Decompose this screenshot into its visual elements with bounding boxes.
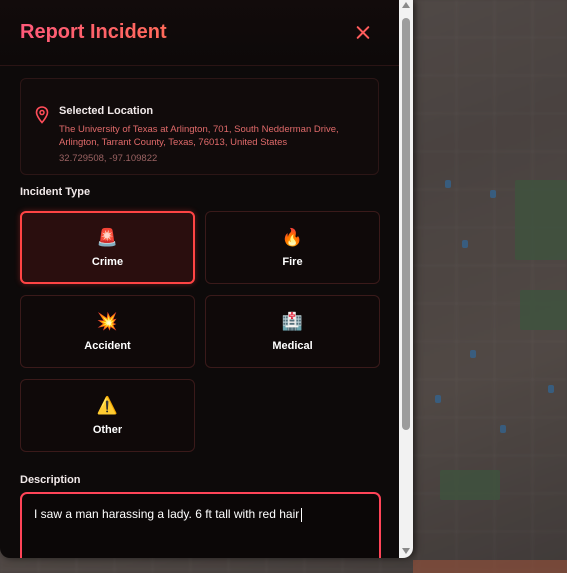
- location-coordinates: 32.729508, -97.109822: [59, 153, 158, 164]
- panel-header: Report Incident: [0, 0, 413, 66]
- scroll-down-icon[interactable]: [402, 548, 410, 554]
- incident-type-other[interactable]: ⚠️ Other: [20, 379, 195, 452]
- incident-type-label-text: Other: [92, 423, 123, 436]
- siren-icon: 🚨: [96, 227, 119, 248]
- description-text: I saw a man harassing a lady. 6 ft tall …: [34, 507, 300, 521]
- text-caret: [301, 507, 303, 522]
- collision-icon: 💥: [96, 311, 119, 332]
- incident-type-label: Incident Type: [20, 186, 91, 198]
- description-textarea[interactable]: I saw a man harassing a lady. 6 ft tall …: [20, 492, 381, 558]
- map-pin-icon: [35, 106, 49, 124]
- description-label: Description: [20, 474, 81, 486]
- incident-type-label-text: Medical: [272, 339, 313, 352]
- incident-type-label-text: Accident: [84, 339, 131, 352]
- incident-type-fire[interactable]: 🔥 Fire: [205, 211, 380, 284]
- report-incident-panel: Report Incident Selected Location The Un…: [0, 0, 413, 558]
- scrollbar-thumb[interactable]: [402, 18, 410, 430]
- panel-scrollbar[interactable]: [399, 0, 413, 558]
- incident-type-medical[interactable]: 🏥 Medical: [205, 295, 380, 368]
- incident-type-label-text: Fire: [282, 255, 303, 268]
- close-icon[interactable]: [353, 23, 373, 43]
- location-title: Selected Location: [59, 105, 154, 117]
- hospital-icon: 🏥: [281, 311, 304, 332]
- incident-type-label-text: Crime: [91, 255, 124, 268]
- scroll-up-icon[interactable]: [402, 2, 410, 8]
- selected-location-card: Selected Location The University of Texa…: [20, 78, 379, 175]
- location-address: The University of Texas at Arlington, 70…: [59, 124, 339, 148]
- panel-content: Selected Location The University of Texa…: [0, 66, 399, 558]
- warning-icon: ⚠️: [96, 395, 119, 416]
- panel-title: Report Incident: [20, 21, 167, 43]
- incident-type-crime[interactable]: 🚨 Crime: [20, 211, 195, 284]
- incident-type-accident[interactable]: 💥 Accident: [20, 295, 195, 368]
- fire-icon: 🔥: [281, 227, 304, 248]
